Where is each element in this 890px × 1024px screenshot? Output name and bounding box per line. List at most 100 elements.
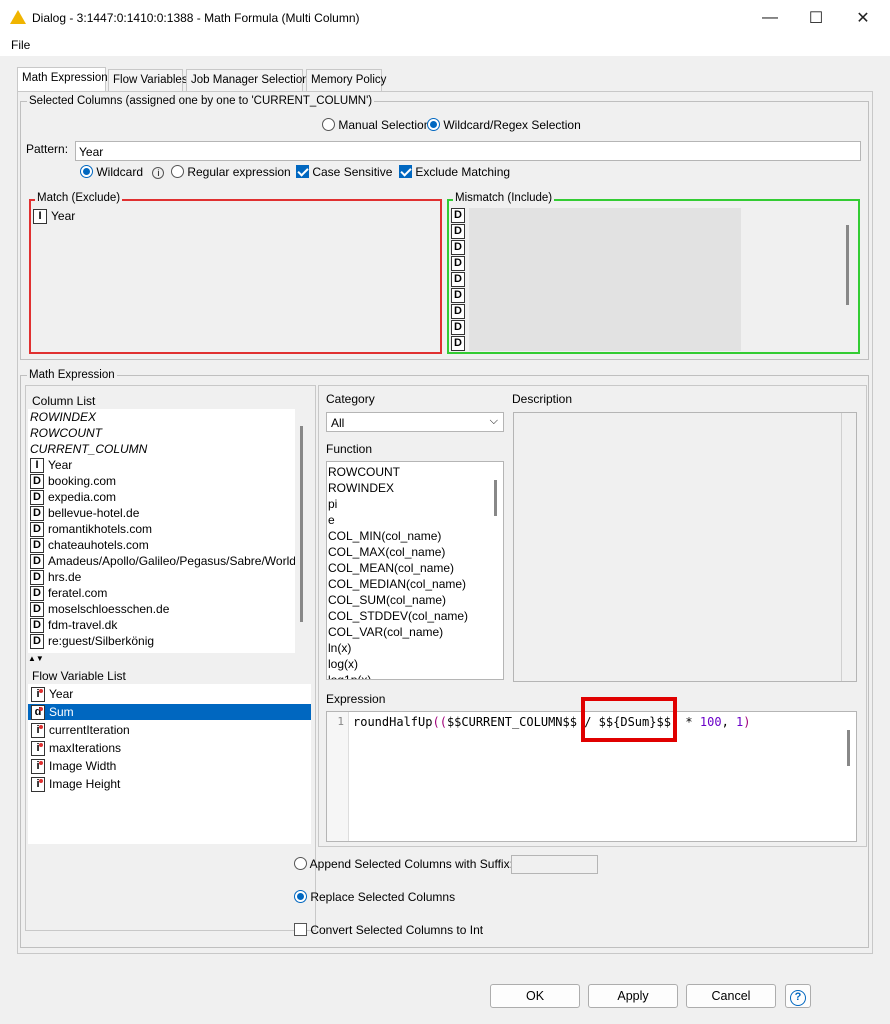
double-type-icon: D xyxy=(30,570,44,586)
double-type-icon: D xyxy=(30,618,44,634)
column-list-item[interactable]: CURRENT_COLUMN xyxy=(30,441,147,457)
splitter-arrows-icon[interactable]: ▲▼ xyxy=(28,654,44,663)
wildcard-regex-radio[interactable]: Wildcard/Regex Selection xyxy=(427,118,581,132)
column-list-item[interactable]: Dromantikhotels.com xyxy=(30,521,152,538)
minimize-button[interactable]: — xyxy=(747,6,793,30)
variable-marker-icon xyxy=(39,707,43,712)
tab-memory-policy[interactable]: Memory Policy xyxy=(306,69,386,91)
case-sensitive-checkbox[interactable]: Case Sensitive xyxy=(296,165,392,179)
function-list-item[interactable]: pi xyxy=(328,496,337,512)
description-area xyxy=(513,412,857,682)
convert-int-checkbox[interactable]: Convert Selected Columns to Int xyxy=(294,923,483,937)
pattern-input[interactable]: Year xyxy=(75,141,861,161)
regular-expression-radio[interactable]: Regular expression xyxy=(171,165,291,179)
column-list-item[interactable]: Dexpedia.com xyxy=(30,489,116,506)
mismatch-include-list[interactable]: Mismatch (Include) DDDDDDDDD xyxy=(447,192,860,354)
flow-variable-item[interactable]: i currentIteration xyxy=(28,722,311,739)
function-list-item[interactable]: log1p(x) xyxy=(328,672,371,679)
column-list-item[interactable]: Dchateauhotels.com xyxy=(30,537,149,554)
code-function: roundHalfUp xyxy=(353,715,433,729)
apply-button[interactable]: Apply xyxy=(588,984,678,1008)
suffix-input[interactable] xyxy=(511,855,598,874)
flow-variable-item[interactable]: i maxIterations xyxy=(28,740,311,757)
column-list-item[interactable]: D Amadeus/Apollo/Galileo/Pegasus/Sabre/Wo… xyxy=(30,553,295,570)
function-list-item[interactable]: COL_STDDEV(col_name) xyxy=(328,608,468,624)
manual-selection-label: Manual Selection xyxy=(338,118,431,132)
list-item[interactable]: I Year xyxy=(33,209,75,225)
function-list-item[interactable]: ROWINDEX xyxy=(328,480,394,496)
scrollbar[interactable] xyxy=(494,480,497,516)
flow-variable-item[interactable]: i Image Width xyxy=(28,758,311,775)
column-list-item[interactable]: ROWINDEX xyxy=(30,409,96,425)
append-suffix-radio[interactable]: Append Selected Columns with Suffix: xyxy=(294,857,513,871)
help-button[interactable]: ? xyxy=(785,984,811,1008)
function-list-item[interactable]: COL_SUM(col_name) xyxy=(328,592,446,608)
function-list-item[interactable]: ln(x) xyxy=(328,640,351,656)
column-list-label: ROWCOUNT xyxy=(30,426,102,440)
column-list-item[interactable]: Dhrs.de xyxy=(30,569,81,586)
scrollbar[interactable] xyxy=(847,730,850,766)
function-list-item[interactable]: log(x) xyxy=(328,656,358,672)
double-type-icon: D xyxy=(451,240,465,255)
flow-variable-label: Image Width xyxy=(49,759,117,773)
tab-flow-variables[interactable]: Flow Variables xyxy=(108,69,188,91)
flow-variable-item[interactable]: d Sum xyxy=(28,704,311,721)
column-list-item[interactable]: I Year xyxy=(30,457,72,474)
function-list-item[interactable]: COL_VAR(col_name) xyxy=(328,624,443,640)
match-exclude-list[interactable]: Match (Exclude) I Year xyxy=(29,192,442,354)
flow-variable-item[interactable]: i Image Height xyxy=(28,776,311,793)
function-list-item[interactable]: COL_MEAN(col_name) xyxy=(328,560,454,576)
code-paren: ) xyxy=(743,715,751,729)
expression-code[interactable]: roundHalfUp(($$CURRENT_COLUMN$$ / $${DSu… xyxy=(353,715,750,729)
integer-variable-icon: i xyxy=(31,759,45,775)
replace-columns-radio[interactable]: Replace Selected Columns xyxy=(294,890,455,904)
tab-job-manager-selection[interactable]: Job Manager Selection xyxy=(186,69,309,91)
function-list-item[interactable]: COL_MAX(col_name) xyxy=(328,544,445,560)
tab-math-expression[interactable]: Math Expression xyxy=(17,67,108,92)
function-list-item[interactable]: COL_MIN(col_name) xyxy=(328,528,441,544)
column-list[interactable]: ROWINDEX ROWCOUNT CURRENT_COLUMN I Year Dbook… xyxy=(28,409,295,653)
code-column-ref: $$CURRENT_COLUMN$$ xyxy=(446,715,577,729)
flow-variable-item[interactable]: i Year xyxy=(28,686,311,703)
column-list-item[interactable]: Dbooking.com xyxy=(30,473,116,490)
double-type-icon: D xyxy=(30,554,44,570)
flow-variable-list-title: Flow Variable List xyxy=(32,669,126,683)
column-list-item[interactable]: Dbellevue-hotel.de xyxy=(30,505,140,522)
menu-file[interactable]: File xyxy=(11,38,30,52)
radio-off-icon xyxy=(322,118,335,131)
integer-type-icon: I xyxy=(33,209,47,225)
double-type-icon: D xyxy=(451,256,465,271)
radio-on-icon xyxy=(427,118,440,131)
manual-selection-radio[interactable]: Manual Selection xyxy=(322,118,430,132)
integer-type-icon: I xyxy=(30,458,44,474)
maximize-button[interactable]: ☐ xyxy=(793,6,839,30)
match-exclude-title: Match (Exclude) xyxy=(35,192,123,204)
function-list-item[interactable]: e xyxy=(328,512,335,528)
function-list-item[interactable]: COL_MEDIAN(col_name) xyxy=(328,576,466,592)
column-list-item[interactable]: Dmoselschloesschen.de xyxy=(30,601,169,618)
column-list-item[interactable]: Dferatel.com xyxy=(30,585,107,602)
category-select[interactable]: All ⌵ xyxy=(326,412,504,432)
double-type-icon: D xyxy=(30,522,44,538)
double-variable-icon: d xyxy=(31,705,45,721)
scrollbar[interactable] xyxy=(846,225,849,305)
column-list-label: CURRENT_COLUMN xyxy=(30,442,148,456)
pattern-value: Year xyxy=(79,145,104,159)
column-list-item[interactable]: Dfdm-travel.dk xyxy=(30,617,117,634)
exclude-matching-checkbox[interactable]: Exclude Matching xyxy=(399,165,510,179)
window-title: Dialog - 3:1447:0:1410:0:1388 - Math For… xyxy=(32,11,360,25)
case-sensitive-label: Case Sensitive xyxy=(312,165,393,179)
column-list-item[interactable]: ROWCOUNT xyxy=(30,425,102,441)
ok-button[interactable]: OK xyxy=(490,984,580,1008)
cancel-button[interactable]: Cancel xyxy=(686,984,776,1008)
function-list[interactable]: ROWCOUNT ROWINDEX pi e COL_MIN(col_name) COL_… xyxy=(326,461,504,680)
variable-marker-icon xyxy=(39,779,43,784)
column-list-item[interactable]: Dre:guest/Silberkönig xyxy=(30,633,155,650)
flow-variable-list[interactable]: i Year d Sum i currentIteration i maxIterations… xyxy=(28,684,311,844)
wildcard-radio[interactable]: Wildcard i xyxy=(80,165,165,179)
column-list-label: re:guest/Silberkönig xyxy=(48,634,155,648)
scrollbar[interactable] xyxy=(300,426,303,622)
column-list-label: bellevue-hotel.de xyxy=(48,506,140,520)
close-button[interactable]: ✕ xyxy=(840,6,886,30)
function-list-item[interactable]: ROWCOUNT xyxy=(328,464,400,480)
